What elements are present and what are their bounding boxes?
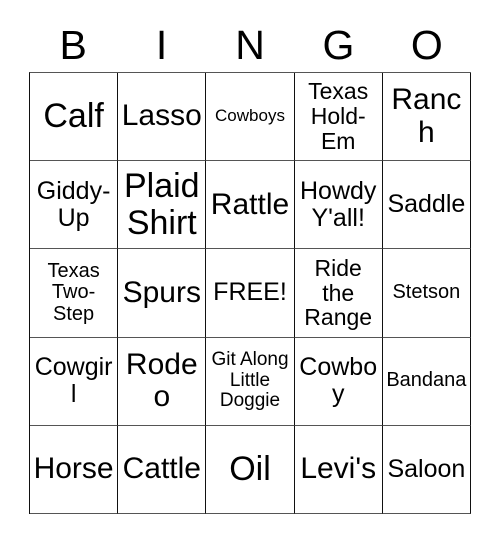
bingo-cell-b3[interactable]: Texas Two-Step [30,249,119,338]
bingo-header-letter-o: O [410,21,443,68]
bingo-header-letter-b: B [59,21,87,68]
bingo-cell-label: Texas Two-Step [47,259,100,325]
bingo-cell-i4[interactable]: Rodeo [118,337,207,426]
bingo-cell-label: Lasso [121,99,202,133]
bingo-cell-g1[interactable]: Texas Hold-Em [294,73,383,162]
bingo-cell-g4[interactable]: Cowboy [294,337,383,426]
bingo-cell-label: Cowboy [299,353,378,409]
bingo-cell-i2[interactable]: Plaid Shirt [118,161,207,250]
bingo-cell-label: Rodeo [125,347,198,414]
bingo-cell-label: Bandana [386,369,467,392]
bingo-cell-label: Rattle [210,187,290,221]
bingo-cell-n4[interactable]: Git Along Little Doggie [206,337,295,426]
bingo-cell-label: Saddle [387,190,466,219]
bingo-free-space-label: FREE! [213,278,287,307]
bingo-cell-label: Git Along Little Doggie [211,349,289,412]
bingo-cell-b2[interactable]: Giddy-Up [30,161,119,250]
bingo-cell-b5[interactable]: Horse [30,425,119,514]
bingo-cell-label: Saloon [387,454,466,483]
bingo-cell-b4[interactable]: Cowgirl [30,337,119,426]
bingo-cell-b1[interactable]: Calf [30,73,119,162]
bingo-cell-i1[interactable]: Lasso [118,73,207,162]
bingo-header-row: B I N G O [29,18,471,72]
bingo-header-letter-i: I [155,21,168,68]
bingo-cell-label: Stetson [392,281,461,304]
bingo-cell-o2[interactable]: Saddle [382,161,471,250]
bingo-cell-o4[interactable]: Bandana [382,337,471,426]
bingo-cell-label: Plaid Shirt [123,167,200,242]
bingo-card: B I N G O Calf Lasso Cowboys Texas Hold-… [0,0,500,544]
bingo-cell-n5[interactable]: Oil [206,425,295,514]
bingo-cell-i5[interactable]: Cattle [118,425,207,514]
bingo-cell-free-space[interactable]: FREE! [206,249,295,338]
bingo-cell-label: Cattle [122,452,201,486]
bingo-cell-g2[interactable]: Howdy Y'all! [294,161,383,250]
bingo-cell-label: Oil [229,450,271,489]
bingo-cell-label: Texas Hold-Em [308,78,369,154]
bingo-cell-label: Cowgirl [34,353,113,409]
bingo-cell-o5[interactable]: Saloon [382,425,471,514]
bingo-cell-label: Calf [43,97,104,136]
bingo-grid: Calf Lasso Cowboys Texas Hold-Em Ranch G… [29,72,471,514]
bingo-cell-label: Horse [33,452,114,486]
bingo-cell-n1[interactable]: Cowboys [206,73,295,162]
bingo-cell-i3[interactable]: Spurs [118,249,207,338]
bingo-cell-g3[interactable]: Ride the Range [294,249,383,338]
bingo-cell-o1[interactable]: Ranch [382,73,471,162]
bingo-header-letter-g: G [322,21,355,68]
bingo-cell-label: Cowboys [215,106,285,126]
bingo-header-letter-n: N [235,21,265,68]
bingo-cell-o3[interactable]: Stetson [382,249,471,338]
bingo-cell-label: Ride the Range [304,254,373,331]
bingo-cell-label: Spurs [122,275,201,309]
bingo-cell-g5[interactable]: Levi's [294,425,383,514]
bingo-cell-label: Ranch [391,83,462,149]
bingo-cell-label: Levi's [300,452,377,486]
bingo-cell-label: Giddy-Up [36,176,111,232]
bingo-cell-label: Howdy Y'all! [299,176,377,232]
bingo-cell-n2[interactable]: Rattle [206,161,295,250]
